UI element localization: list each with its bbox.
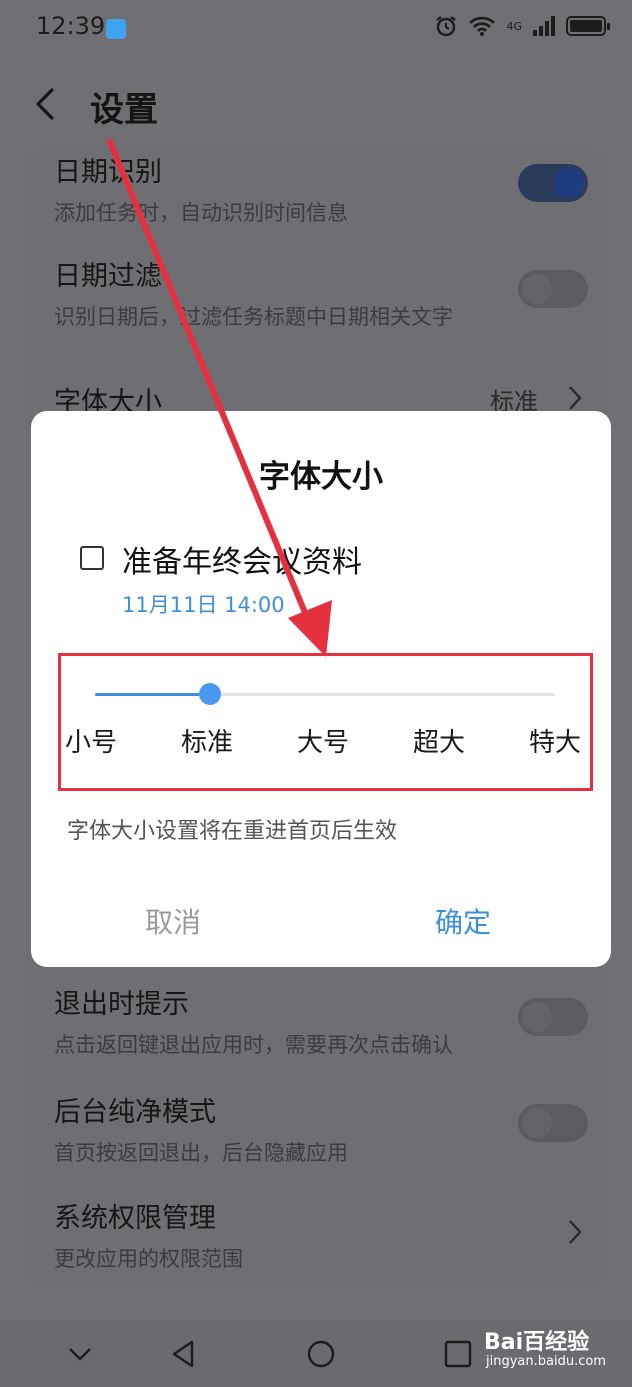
chevron-right-icon (569, 1220, 582, 1244)
setting-subtitle: 识别日期后，过滤任务标题中日期相关文字 (54, 305, 453, 329)
setting-date-recognition[interactable]: 日期识别 添加任务时，自动识别时间信息 (54, 150, 594, 227)
setting-subtitle: 点击返回键退出应用时，需要再次点击确认 (54, 1033, 453, 1057)
chevron-down-icon[interactable] (64, 1338, 96, 1370)
weather-icon (106, 19, 126, 39)
recents-square-icon[interactable] (442, 1338, 474, 1370)
task-checkbox[interactable] (80, 546, 104, 570)
setting-title: 系统权限管理 (54, 1203, 216, 1234)
setting-title: 日期过滤 (54, 261, 162, 292)
annotation-highlight-box (58, 653, 593, 791)
watermark-main: Bai百经验 (484, 1330, 590, 1355)
setting-date-filter[interactable]: 日期过滤 识别日期后，过滤任务标题中日期相关文字 (54, 254, 594, 331)
baidu-watermark: Bai百经验 jingyan.baidu.com (484, 1320, 626, 1374)
page-title: 设置 (90, 90, 158, 130)
setting-title: 日期识别 (54, 157, 162, 188)
setting-title: 后台纯净模式 (54, 1097, 216, 1128)
back-arrow-icon[interactable] (28, 84, 64, 124)
home-circle-icon[interactable] (305, 1338, 337, 1370)
signal-icon (533, 16, 555, 36)
status-icons: 4G (434, 14, 610, 38)
setting-exit-prompt[interactable]: 退出时提示 点击返回键退出应用时，需要再次点击确认 (54, 982, 594, 1059)
preview-task-date: 11月11日 14:00 (122, 593, 285, 617)
chevron-right-icon (569, 386, 582, 410)
background-pure-toggle[interactable] (518, 1104, 588, 1142)
battery-icon (566, 16, 610, 36)
preview-task-title: 准备年终会议资料 (122, 545, 362, 580)
cancel-button[interactable]: 取消 (145, 901, 201, 941)
setting-subtitle: 更改应用的权限范围 (54, 1247, 243, 1271)
setting-background-pure[interactable]: 后台纯净模式 首页按返回退出，后台隐藏应用 (54, 1090, 594, 1167)
back-triangle-icon[interactable] (168, 1338, 200, 1370)
network-type: 4G (506, 19, 522, 33)
alarm-icon (436, 16, 457, 37)
top-bar: 设置 (0, 60, 632, 150)
status-bar: 12:39 4G (0, 0, 632, 60)
font-size-dialog: 字体大小 准备年终会议资料 11月11日 14:00 小号 标准 大号 超大 特… (31, 411, 611, 967)
confirm-button[interactable]: 确定 (435, 901, 491, 941)
setting-subtitle: 首页按返回退出，后台隐藏应用 (54, 1141, 348, 1165)
setting-subtitle: 添加任务时，自动识别时间信息 (54, 201, 348, 225)
wifi-icon (469, 16, 496, 36)
dialog-title: 字体大小 (259, 459, 383, 495)
setting-system-permissions[interactable]: 系统权限管理 更改应用的权限范围 (54, 1196, 594, 1273)
date-recognition-toggle[interactable] (518, 164, 588, 202)
exit-prompt-toggle[interactable] (518, 998, 588, 1036)
watermark-sub: jingyan.baidu.com (486, 1354, 606, 1369)
setting-title: 退出时提示 (54, 989, 189, 1020)
date-filter-toggle[interactable] (518, 270, 588, 308)
status-time: 12:39 (36, 12, 106, 40)
dialog-note: 字体大小设置将在重进首页后生效 (67, 819, 398, 844)
